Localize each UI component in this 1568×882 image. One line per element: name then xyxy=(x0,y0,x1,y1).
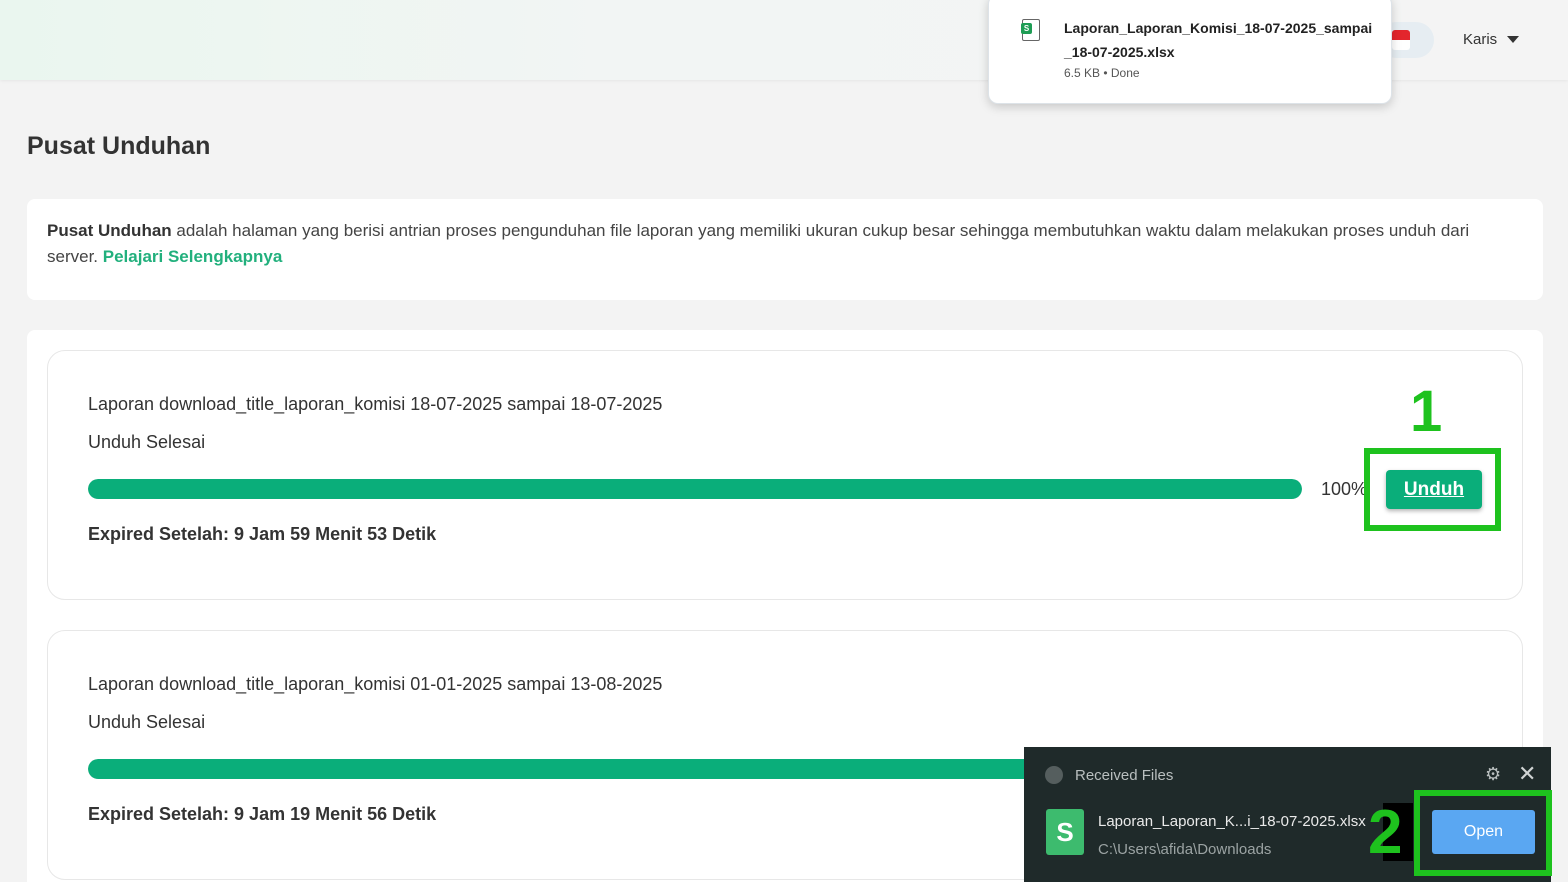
download-item: Laporan download_title_laporan_komisi 18… xyxy=(47,350,1523,600)
toast-title: Received Files xyxy=(1075,767,1174,784)
download-file-name[interactable]: Laporan_Laporan_Komisi_18-07-2025_sampai… xyxy=(1064,16,1374,64)
user-name: Karis xyxy=(1463,31,1498,48)
download-status: Unduh Selesai xyxy=(88,712,206,732)
download-file-meta: 6.5 KB • Done xyxy=(1064,66,1140,80)
info-text: Pusat Unduhan adalah halaman yang berisi… xyxy=(47,218,1517,270)
progress-percent: 100% xyxy=(1321,479,1368,499)
browser-download-popup[interactable]: S Laporan_Laporan_Komisi_18-07-2025_samp… xyxy=(988,0,1392,104)
received-file-name: Laporan_Laporan_K...i_18-07-2025.xlsx xyxy=(1098,813,1366,830)
spreadsheet-icon: S xyxy=(1046,809,1084,855)
progress-bar xyxy=(88,479,1302,499)
app-icon xyxy=(1045,766,1063,784)
step-1-highlight xyxy=(1364,448,1501,531)
close-icon[interactable]: ✕ xyxy=(1518,761,1536,787)
step-2-highlight xyxy=(1414,790,1552,876)
download-title: Laporan download_title_laporan_komisi 18… xyxy=(88,394,663,414)
expiry-text: Expired Setelah: 9 Jam 19 Menit 56 Detik xyxy=(88,804,437,824)
received-file-path: C:\Users\afida\Downloads xyxy=(1098,841,1272,858)
info-bold: Pusat Unduhan xyxy=(47,221,172,240)
progress-fill xyxy=(88,479,1302,499)
page-title: Pusat Unduhan xyxy=(27,132,211,160)
download-status: Unduh Selesai xyxy=(88,432,206,452)
download-title: Laporan download_title_laporan_komisi 01… xyxy=(88,674,663,694)
user-menu[interactable]: Karis xyxy=(1463,31,1520,48)
step-1-label: 1 xyxy=(1410,379,1443,444)
step-2-label: 2 xyxy=(1368,798,1403,867)
spreadsheet-file-icon: S xyxy=(1021,19,1040,41)
indonesia-flag-icon xyxy=(1392,30,1410,50)
learn-more-link[interactable]: Pelajari Selengkapnya xyxy=(103,247,283,266)
info-card: Pusat Unduhan adalah halaman yang berisi… xyxy=(27,199,1543,300)
expiry-text: Expired Setelah: 9 Jam 59 Menit 53 Detik xyxy=(88,524,437,544)
gear-icon[interactable]: ⚙ xyxy=(1485,764,1501,785)
chevron-down-icon xyxy=(1507,36,1520,43)
